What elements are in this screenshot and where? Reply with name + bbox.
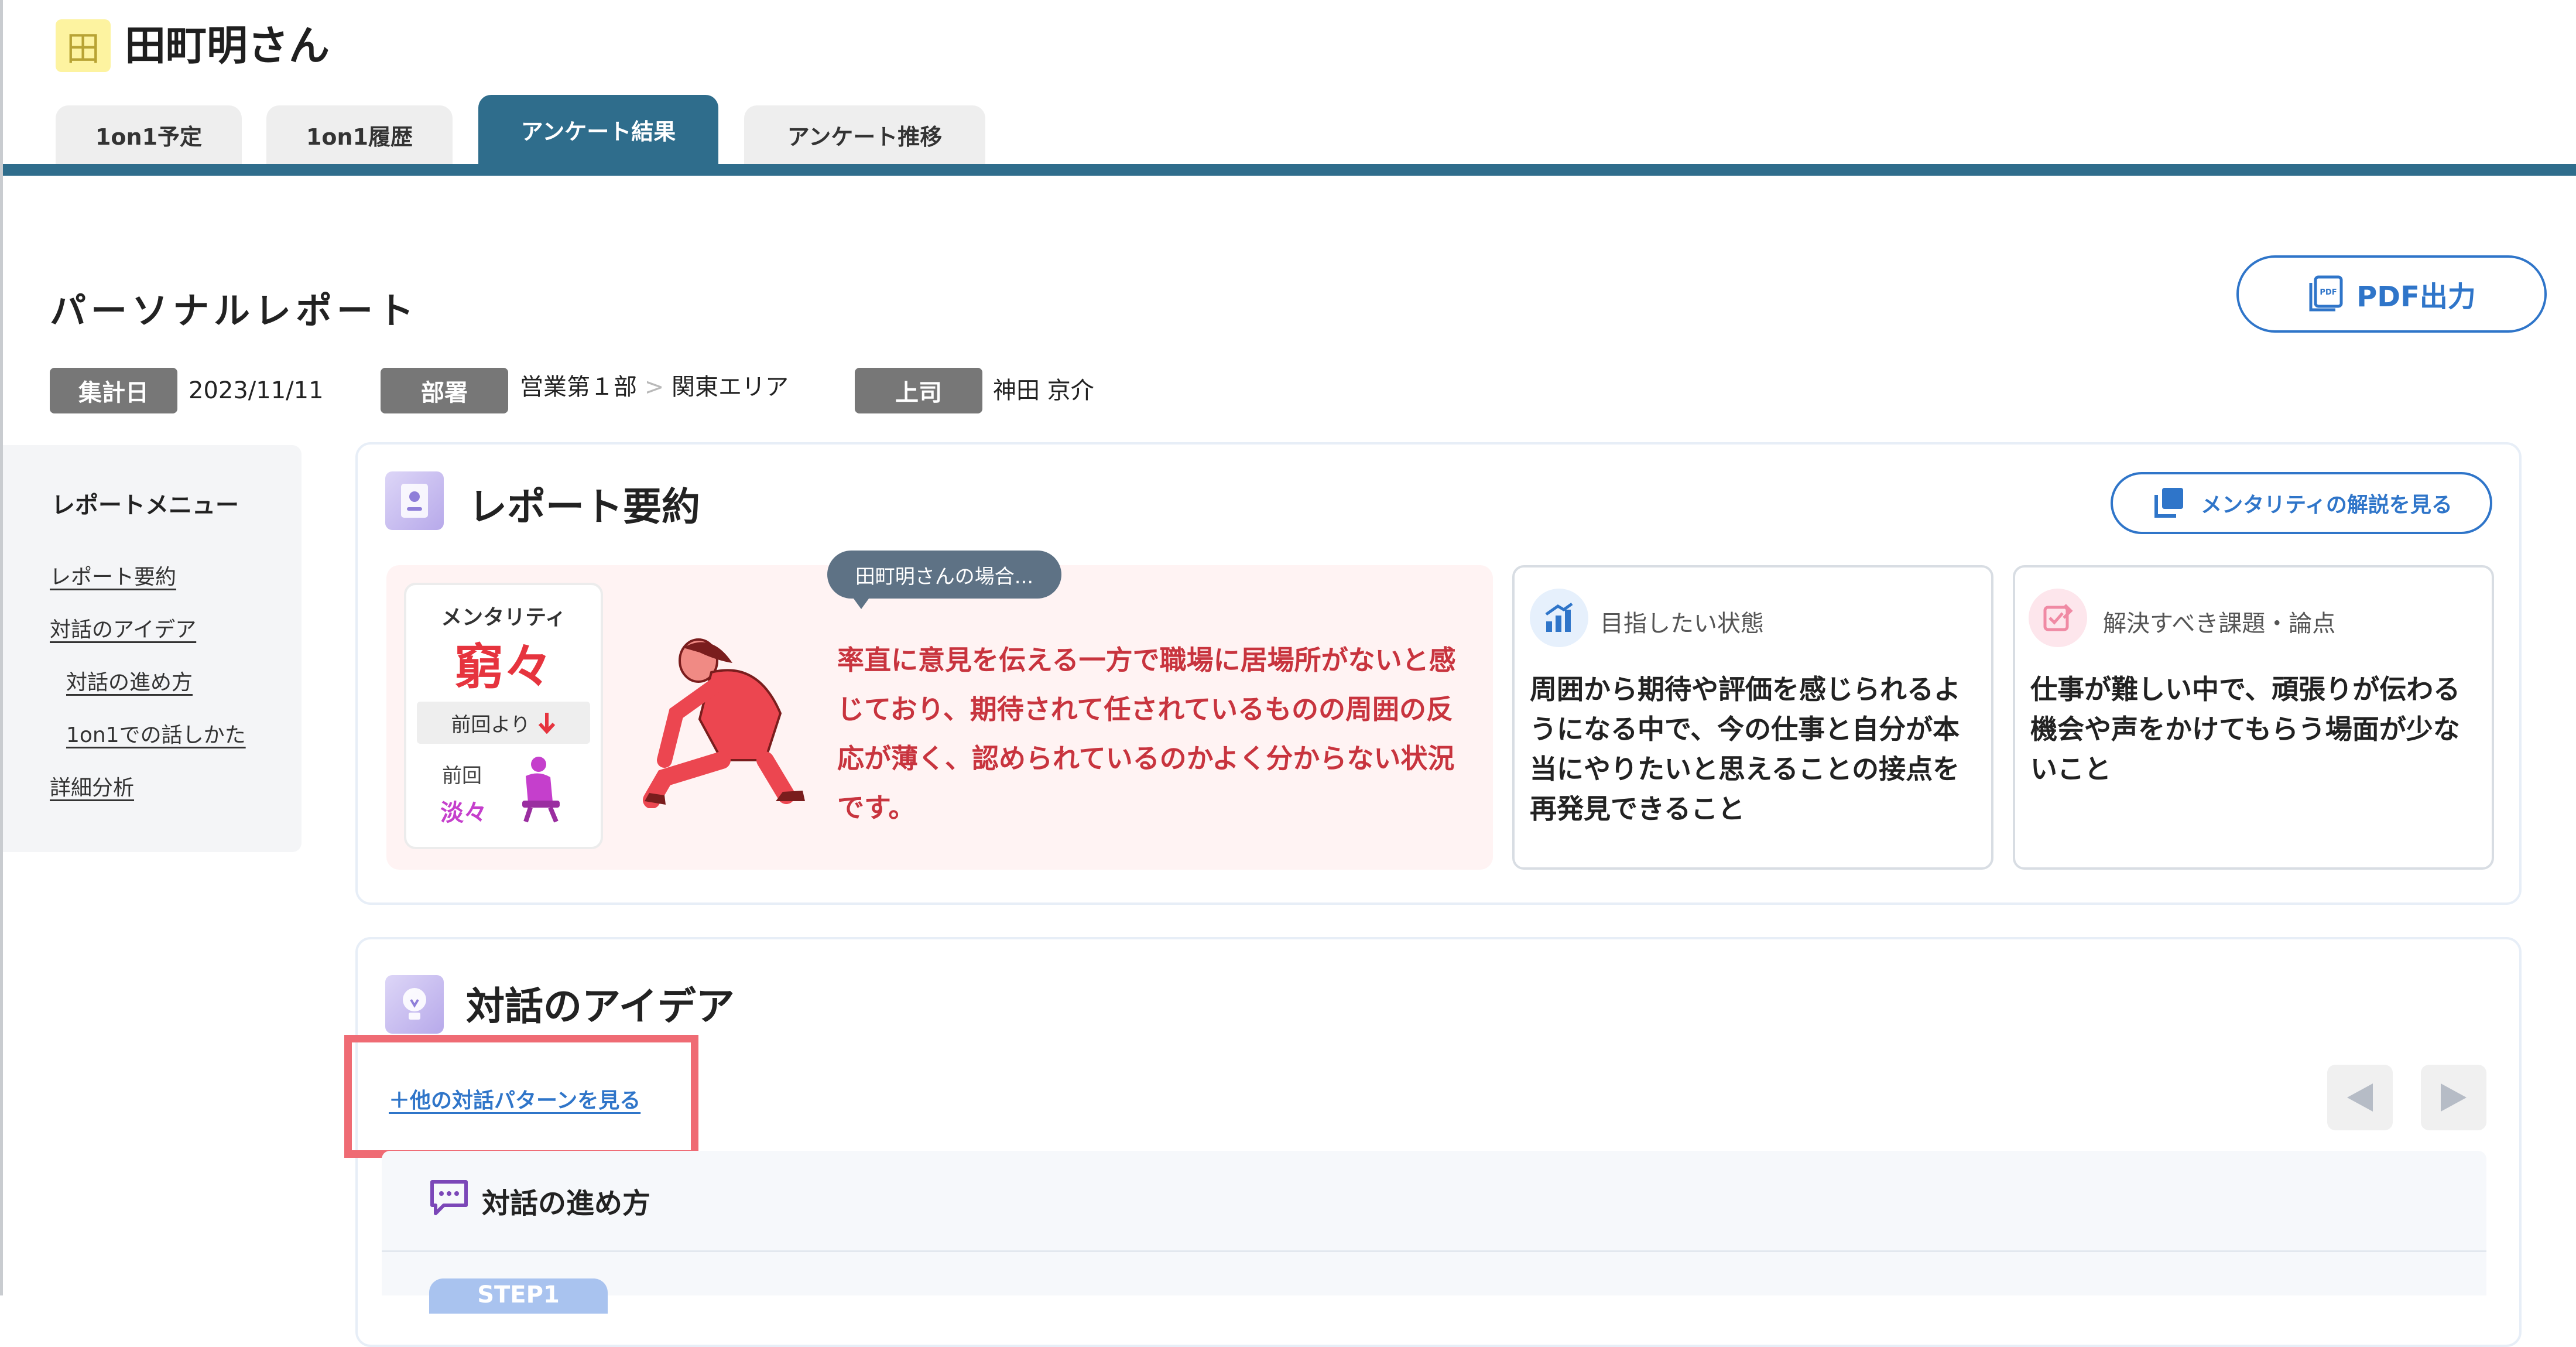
pdf-export-label: PDF出力 <box>2356 281 2476 313</box>
menu-item-dialog-ideas[interactable]: 対話のアイデア <box>50 613 196 643</box>
date-value: 2023/11/11 <box>189 377 324 404</box>
chart-up-icon <box>1530 589 1588 647</box>
prev-person-illustration <box>522 757 560 823</box>
tab-label: アンケート推移 <box>787 124 943 150</box>
prev-arrow-button[interactable] <box>2327 1065 2393 1130</box>
pdf-export-button[interactable]: PDF PDF出力 <box>2236 255 2547 333</box>
step-badge: STEP1 <box>429 1278 608 1314</box>
dialog-howto-divider <box>382 1250 2486 1252</box>
chat-icon <box>430 1180 468 1215</box>
tab-1on1-schedule[interactable]: 1on1予定 <box>56 105 242 164</box>
mentality-value: 窮々 <box>454 638 553 696</box>
date-label: 集計日 <box>50 368 177 413</box>
dialog-section-title: 対話のアイデア <box>466 984 735 1029</box>
mentality-label: メンタリティ <box>441 606 566 630</box>
prev-label: 前回 <box>442 764 482 788</box>
triangle-left-icon <box>2347 1083 2373 1112</box>
goal-title: 目指したい状態 <box>1600 610 1764 637</box>
report-menu-title: レポートメニュー <box>52 492 239 519</box>
triangle-right-icon <box>2441 1083 2467 1112</box>
lightbulb-icon <box>385 975 444 1034</box>
highlight-box <box>344 1035 698 1158</box>
tab-survey-results[interactable]: アンケート結果 <box>478 95 718 164</box>
speech-bubble-tail <box>852 596 871 609</box>
next-arrow-button[interactable] <box>2421 1065 2486 1130</box>
distressed-person-illustration <box>643 638 805 808</box>
boss-value: 神田 京介 <box>993 377 1094 404</box>
menu-item-1on1-talk[interactable]: 1on1での話しかた <box>66 718 246 748</box>
dept-separator: > <box>644 374 664 401</box>
menu-item-summary[interactable]: レポート要約 <box>50 560 176 590</box>
boss-label: 上司 <box>855 368 982 413</box>
tab-survey-trend[interactable]: アンケート推移 <box>744 105 985 164</box>
dept-sub: 関東エリア <box>671 374 789 401</box>
issue-text: 仕事が難しい中で、頑張りが伝わる機会や声をかけてもらう場面が少ないこと <box>2030 674 2461 785</box>
mentality-explain-label: メンタリティの解説を見る <box>2201 493 2452 517</box>
dialog-howto-panel <box>382 1151 2486 1295</box>
tab-1on1-history[interactable]: 1on1履歴 <box>266 105 453 164</box>
summary-section-title: レポート要約 <box>468 484 700 529</box>
prev-compare-label: 前回より <box>451 713 530 737</box>
copy-icon <box>2154 488 2184 518</box>
prev-value: 淡々 <box>440 799 487 826</box>
check-edit-icon <box>2029 589 2087 647</box>
tab-label: 1on1履歴 <box>306 124 413 150</box>
menu-item-detail-analysis[interactable]: 詳細分析 <box>50 771 134 801</box>
tab-bar-underline <box>3 164 2576 176</box>
dialog-howto-title: 対話の進め方 <box>482 1187 651 1220</box>
avatar-char: 田 <box>66 29 100 69</box>
dept-main: 営業第１部 <box>520 374 637 401</box>
pdf-icon: PDF <box>2309 275 2343 312</box>
report-icon <box>385 471 444 530</box>
tab-label: アンケート結果 <box>520 118 676 145</box>
arrow-down-icon <box>538 713 555 734</box>
user-name: 田町明さん <box>125 22 330 70</box>
mentality-explain-button[interactable]: メンタリティの解説を見る <box>2111 472 2492 534</box>
menu-item-dialog-howto[interactable]: 対話の進め方 <box>66 665 193 696</box>
prev-compare: 前回より <box>417 702 590 744</box>
avatar: 田 <box>56 19 111 72</box>
summary-text: 率直に意見を伝える一方で職場に居場所がないと感じており、期待されて任されているも… <box>837 644 1456 823</box>
dept-label: 部署 <box>381 368 508 413</box>
dept-value: 営業第１部 > 関東エリア <box>520 364 789 410</box>
page-title: パーソナルレポート <box>50 289 419 332</box>
issue-title: 解決すべき課題・論点 <box>2103 610 2336 637</box>
speech-bubble: 田町明さんの場合... <box>827 551 1061 599</box>
svg-text:PDF: PDF <box>2320 288 2337 297</box>
goal-text: 周囲から期待や評価を感じられるようになる中で、今の仕事と自分が本当にやりたいと思… <box>1530 674 1961 825</box>
tab-label: 1on1予定 <box>95 124 203 150</box>
